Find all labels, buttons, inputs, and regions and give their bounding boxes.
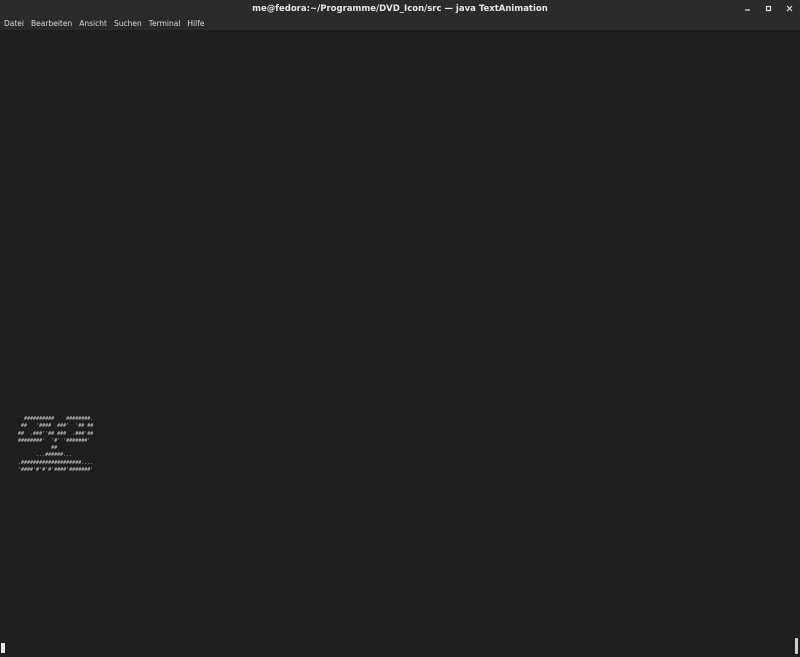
menu-item-terminal[interactable]: Terminal: [147, 19, 183, 28]
scrollbar[interactable]: [792, 30, 800, 657]
minimize-icon[interactable]: [743, 4, 752, 13]
window-title: me@fedora:~/Programme/DVD_Icon/src — jav…: [252, 3, 548, 14]
menu-item-hilfe[interactable]: Hilfe: [185, 19, 206, 28]
close-icon[interactable]: [785, 4, 794, 13]
scrollbar-thumb[interactable]: [795, 638, 798, 654]
title-bar[interactable]: me@fedora:~/Programme/DVD_Icon/src — jav…: [0, 0, 800, 18]
dvd-logo-ascii-art: ########## ########. ## '#### ###' '## #…: [18, 416, 94, 474]
menu-item-bearbeiten[interactable]: Bearbeiten: [29, 19, 74, 28]
menu-bar: Datei Bearbeiten Ansicht Suchen Terminal…: [0, 17, 800, 30]
menu-item-datei[interactable]: Datei: [2, 19, 26, 28]
text-cursor: [1, 643, 5, 653]
terminal-output[interactable]: [0, 30, 792, 657]
menu-item-suchen[interactable]: Suchen: [112, 19, 144, 28]
menu-item-ansicht[interactable]: Ansicht: [77, 19, 109, 28]
maximize-icon[interactable]: [764, 4, 773, 13]
window-controls: [743, 0, 794, 17]
terminal-window: me@fedora:~/Programme/DVD_Icon/src — jav…: [0, 0, 800, 657]
